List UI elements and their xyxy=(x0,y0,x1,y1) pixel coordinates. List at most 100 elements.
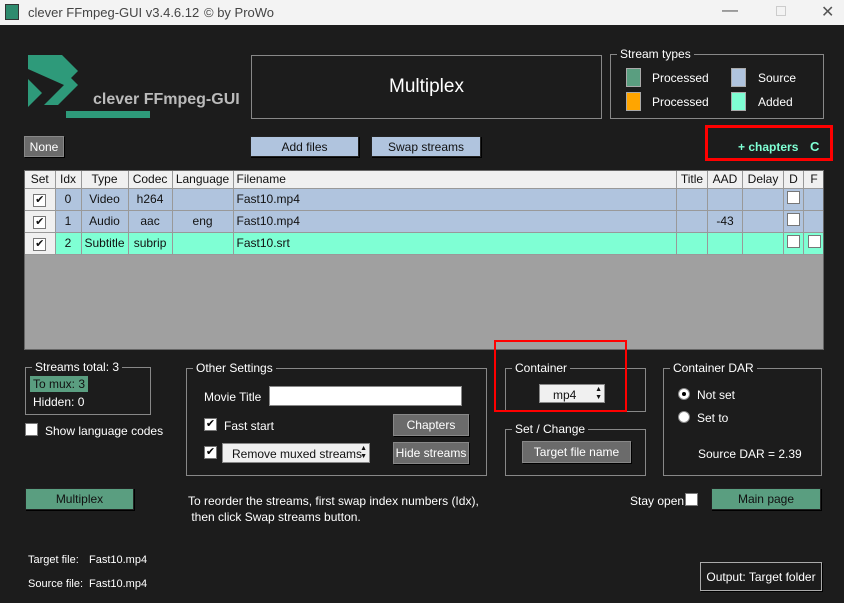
none-button[interactable]: None xyxy=(24,136,64,157)
column-header-idx[interactable]: Idx xyxy=(55,171,82,189)
target-file-value: Fast10.mp4 xyxy=(89,554,148,566)
cell-type: Video xyxy=(81,188,129,211)
column-header-f[interactable]: F xyxy=(803,171,823,189)
column-header-language[interactable]: Language xyxy=(172,171,234,189)
show-language-codes-checkbox[interactable] xyxy=(25,423,38,436)
swap-streams-button[interactable]: Swap streams xyxy=(371,136,481,157)
hint-line-1: To reorder the streams, first swap index… xyxy=(188,494,479,508)
cell-codec: subrip xyxy=(128,232,173,255)
cell-aad xyxy=(707,188,743,211)
set-checkbox[interactable]: ✔ xyxy=(33,237,47,251)
cell-language xyxy=(172,188,234,211)
target-file-name-button[interactable]: Target file name xyxy=(522,441,631,463)
swatch-source xyxy=(731,68,746,87)
logo-icon xyxy=(28,55,150,118)
legend-added: Added xyxy=(758,95,793,109)
title-bar: clever FFmpeg-GUI v3.4.6.12 © by ProWo —… xyxy=(0,0,844,25)
column-header-type[interactable]: Type xyxy=(81,171,129,189)
swatch-added xyxy=(731,92,746,111)
legend-source: Source xyxy=(758,71,797,85)
multiplex-button[interactable]: Multiplex xyxy=(25,488,134,510)
cell-title xyxy=(676,210,708,233)
movie-title-label: Movie Title xyxy=(204,390,262,404)
fast-start-checkbox[interactable]: ✔ xyxy=(204,418,217,431)
logo xyxy=(26,53,150,119)
set-checkbox[interactable]: ✔ xyxy=(33,215,47,229)
column-header-filename[interactable]: Filename xyxy=(233,171,678,189)
cell-title xyxy=(676,232,708,255)
swatch-processed-green xyxy=(626,68,641,87)
streams-table[interactable]: Set Idx Type Codec Language Filename Title AAD D… xyxy=(24,170,824,350)
cell-idx: 0 xyxy=(55,188,82,211)
stream-types-legend: Stream types xyxy=(617,47,694,61)
cell-codec: h264 xyxy=(128,188,173,211)
cell-type: Audio xyxy=(81,210,129,233)
streams-total: Streams total: 3 xyxy=(32,360,123,374)
cell-delay xyxy=(742,210,784,233)
set-checkbox[interactable]: ✔ xyxy=(33,193,47,207)
page-title: Multiplex xyxy=(389,76,464,97)
container-highlight xyxy=(494,340,627,412)
chapters-highlight: + chapters C xyxy=(705,125,833,161)
set-change-group: Set / Change Target file name xyxy=(505,422,646,476)
cell-aad xyxy=(707,232,743,255)
d-checkbox[interactable] xyxy=(787,213,800,226)
fast-start-label: Fast start xyxy=(224,419,275,433)
remove-option-spinner[interactable]: Remove muxed streams ▲ ▼ xyxy=(222,443,370,463)
streams-summary-group: Streams total: 3 To mux: 3 Hidden: 0 xyxy=(25,360,151,415)
not-set-radio[interactable] xyxy=(678,388,690,400)
stay-open-label: Stay open xyxy=(630,494,685,508)
cell-codec: aac xyxy=(128,210,173,233)
movie-title-input[interactable] xyxy=(269,386,462,406)
source-file-label: Source file: xyxy=(28,578,84,590)
chapters-button[interactable]: Chapters xyxy=(393,414,469,436)
set-to-radio[interactable] xyxy=(678,411,690,423)
column-header-codec[interactable]: Codec xyxy=(128,171,173,189)
show-language-codes-label: Show language codes xyxy=(45,424,164,438)
remove-streams-checkbox[interactable]: ✔ xyxy=(204,446,217,459)
column-header-delay[interactable]: Delay xyxy=(742,171,784,189)
legend-processed-2: Processed xyxy=(652,95,709,109)
window-copyright: © by ProWo xyxy=(204,5,275,20)
cell-idx: 1 xyxy=(55,210,82,233)
d-checkbox[interactable] xyxy=(787,191,800,204)
close-icon[interactable]: ✕ xyxy=(821,2,834,22)
stay-open-checkbox[interactable] xyxy=(685,493,698,506)
table-row[interactable]: ✔ 2 Subtitle subrip Fast10.srt xyxy=(25,232,823,255)
cell-filename: Fast10.srt xyxy=(233,232,678,255)
column-header-set[interactable]: Set xyxy=(25,171,56,189)
spinner-arrows-icon[interactable]: ▲ ▼ xyxy=(360,445,367,461)
not-set-label: Not set xyxy=(697,388,736,402)
cell-delay xyxy=(742,188,784,211)
column-header-aad[interactable]: AAD xyxy=(707,171,743,189)
maximize-icon[interactable] xyxy=(776,6,786,16)
cell-title xyxy=(676,188,708,211)
minimize-icon[interactable]: — xyxy=(722,2,738,20)
f-checkbox[interactable] xyxy=(807,235,821,248)
column-header-title[interactable]: Title xyxy=(676,171,708,189)
cell-delay xyxy=(742,232,784,255)
table-row[interactable]: ✔ 1 Audio aac eng Fast10.mp4 -43 xyxy=(25,210,823,233)
cell-language: eng xyxy=(172,210,234,233)
main-page-button[interactable]: Main page xyxy=(711,488,821,510)
hide-streams-button[interactable]: Hide streams xyxy=(393,442,469,464)
table-row[interactable]: ✔ 0 Video h264 Fast10.mp4 xyxy=(25,188,823,211)
source-dar: Source DAR = 2.39 xyxy=(698,447,802,461)
add-files-button[interactable]: Add files xyxy=(250,136,359,157)
other-settings-legend: Other Settings xyxy=(193,361,276,375)
set-change-legend: Set / Change xyxy=(512,422,589,436)
cell-aad: -43 xyxy=(707,210,743,233)
cell-language xyxy=(172,232,234,255)
logo-text: clever FFmpeg-GUI xyxy=(93,91,240,108)
container-dar-legend: Container DAR xyxy=(670,361,757,375)
column-header-d[interactable]: D xyxy=(783,171,804,189)
stream-types-group: Stream types Processed Source Processed … xyxy=(610,47,824,119)
other-settings-group: Other Settings Movie Title ✔ Fast start … xyxy=(186,361,487,476)
cell-idx: 2 xyxy=(55,232,82,255)
cell-type: Subtitle xyxy=(81,232,129,255)
d-checkbox[interactable] xyxy=(787,235,800,248)
hint-line-2: then click Swap streams button. xyxy=(188,510,361,524)
header-panel: Multiplex xyxy=(251,55,602,119)
remove-option-value: Remove muxed streams xyxy=(232,447,363,461)
output-target-folder-button[interactable]: Output: Target folder xyxy=(700,562,822,591)
